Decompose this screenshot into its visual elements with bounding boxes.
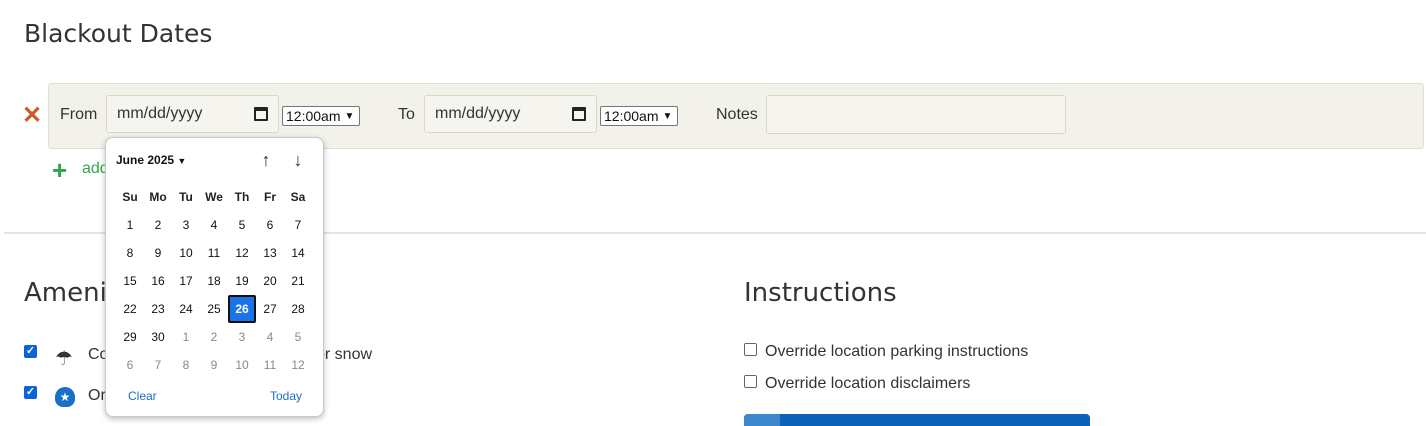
amenity-label-covered-end: or snow bbox=[316, 346, 373, 363]
calendar-day[interactable]: 18 bbox=[200, 267, 228, 295]
weekday-header: Fr bbox=[264, 190, 276, 204]
plus-icon[interactable]: + bbox=[52, 157, 67, 183]
calendar-day[interactable]: 7 bbox=[144, 351, 172, 379]
calendar-day[interactable]: 30 bbox=[144, 323, 172, 351]
today-button[interactable]: Today bbox=[270, 389, 302, 403]
calendar-day[interactable]: 29 bbox=[116, 323, 144, 351]
calendar-day[interactable]: 11 bbox=[256, 351, 284, 379]
calendar-day[interactable]: 28 bbox=[284, 295, 312, 323]
calendar-day[interactable]: 14 bbox=[284, 239, 312, 267]
arrow-down-icon[interactable]: ↓ bbox=[288, 150, 308, 171]
weekday-header: Sa bbox=[290, 190, 306, 204]
caret-down-icon: ▼ bbox=[177, 156, 187, 166]
date-picker-popup: June 2025 ▼ ↑ ↓ Su Mo Tu We Th Fr Sa 1 2 3 4 5 6 7 8 9 1… bbox=[105, 137, 324, 417]
to-time-value: 12:00am bbox=[604, 108, 659, 124]
remove-row-icon[interactable]: ✕ bbox=[22, 104, 42, 128]
calendar-day[interactable]: 13 bbox=[256, 239, 284, 267]
section-title-amenities: Amenit bbox=[24, 278, 118, 308]
weekday-header: Su bbox=[122, 190, 138, 204]
from-time-select[interactable]: 12:00am ▼ bbox=[282, 106, 360, 126]
calendar-day[interactable]: 10 bbox=[228, 351, 256, 379]
calendar-day[interactable]: 24 bbox=[172, 295, 200, 323]
from-date-placeholder: mm/dd/yyyy bbox=[117, 105, 203, 122]
calendar-day[interactable]: 26 bbox=[228, 295, 256, 323]
calendar-icon[interactable] bbox=[572, 107, 586, 121]
chevron-down-icon: ▼ bbox=[662, 110, 673, 122]
calendar-day[interactable]: 16 bbox=[144, 267, 172, 295]
calendar-icon[interactable] bbox=[254, 107, 268, 121]
calendar-day[interactable]: 9 bbox=[200, 351, 228, 379]
calendar-day[interactable]: 15 bbox=[116, 267, 144, 295]
override-parking-checkbox[interactable] bbox=[744, 343, 757, 356]
calendar-day[interactable]: 6 bbox=[116, 351, 144, 379]
weekday-header: We bbox=[205, 190, 223, 204]
calendar-day[interactable]: 6 bbox=[256, 211, 284, 239]
calendar-day[interactable]: 25 bbox=[200, 295, 228, 323]
month-year-label: June 2025 bbox=[116, 153, 175, 167]
calendar-day[interactable]: 8 bbox=[116, 239, 144, 267]
calendar-day[interactable]: 3 bbox=[172, 211, 200, 239]
calendar-day[interactable]: 5 bbox=[228, 211, 256, 239]
to-time-select[interactable]: 12:00am ▼ bbox=[600, 106, 678, 126]
arrow-up-icon[interactable]: ↑ bbox=[256, 150, 276, 171]
to-label: To bbox=[398, 106, 415, 123]
umbrella-icon: ☂ bbox=[55, 348, 73, 370]
primary-button[interactable] bbox=[744, 414, 1090, 426]
calendar-day[interactable]: 8 bbox=[172, 351, 200, 379]
calendar-day[interactable]: 19 bbox=[228, 267, 256, 295]
amenity-checkbox-onsite[interactable] bbox=[24, 386, 37, 399]
from-date-input[interactable]: mm/dd/yyyy bbox=[106, 95, 279, 133]
calendar-day[interactable]: 7 bbox=[284, 211, 312, 239]
calendar-day[interactable]: 3 bbox=[228, 323, 256, 351]
police-badge-icon: ★ bbox=[55, 387, 75, 407]
calendar-day[interactable]: 2 bbox=[144, 211, 172, 239]
calendar-day[interactable]: 9 bbox=[144, 239, 172, 267]
calendar-day[interactable]: 4 bbox=[200, 211, 228, 239]
calendar-day[interactable]: 2 bbox=[200, 323, 228, 351]
from-time-value: 12:00am bbox=[286, 108, 341, 124]
override-disclaimers-checkbox[interactable] bbox=[744, 375, 757, 388]
calendar-day[interactable]: 20 bbox=[256, 267, 284, 295]
amenity-checkbox-covered[interactable] bbox=[24, 345, 37, 358]
calendar-day[interactable]: 4 bbox=[256, 323, 284, 351]
calendar-day[interactable]: 23 bbox=[144, 295, 172, 323]
to-date-input[interactable]: mm/dd/yyyy bbox=[424, 95, 597, 133]
weekday-header: Th bbox=[234, 190, 250, 204]
calendar-day[interactable]: 1 bbox=[172, 323, 200, 351]
weekday-header: Mo bbox=[149, 190, 167, 204]
override-disclaimers-label: Override location disclaimers bbox=[765, 375, 971, 392]
chevron-down-icon: ▼ bbox=[344, 110, 355, 122]
section-title-blackout-dates: Blackout Dates bbox=[24, 19, 213, 48]
to-date-placeholder: mm/dd/yyyy bbox=[435, 105, 521, 122]
calendar-day[interactable]: 21 bbox=[284, 267, 312, 295]
calendar-day[interactable]: 22 bbox=[116, 295, 144, 323]
from-label: From bbox=[60, 106, 98, 123]
calendar-day[interactable]: 11 bbox=[200, 239, 228, 267]
month-year-selector[interactable]: June 2025 ▼ bbox=[116, 153, 186, 167]
weekday-header: Tu bbox=[179, 190, 193, 204]
calendar-day[interactable]: 5 bbox=[284, 323, 312, 351]
notes-label: Notes bbox=[716, 106, 758, 123]
clear-button[interactable]: Clear bbox=[128, 389, 157, 403]
calendar-day[interactable]: 12 bbox=[284, 351, 312, 379]
notes-input[interactable] bbox=[766, 95, 1066, 134]
calendar-day[interactable]: 17 bbox=[172, 267, 200, 295]
amenity-label-onsite-start: Or bbox=[88, 387, 106, 404]
override-parking-label: Override location parking instructions bbox=[765, 343, 1029, 360]
calendar-day[interactable]: 10 bbox=[172, 239, 200, 267]
calendar-day[interactable]: 27 bbox=[256, 295, 284, 323]
primary-button-edge bbox=[744, 414, 780, 426]
calendar-day[interactable]: 12 bbox=[228, 239, 256, 267]
calendar-day[interactable]: 1 bbox=[116, 211, 144, 239]
section-title-instructions: Instructions bbox=[744, 278, 897, 308]
